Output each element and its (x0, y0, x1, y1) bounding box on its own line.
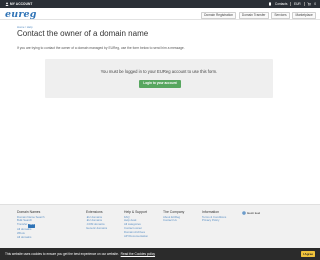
my-account-link[interactable]: MY ACCOUNT (5, 2, 32, 6)
footer-link[interactable]: Privacy Policy (202, 219, 226, 223)
cookie-message: This website uses cookies to ensure you … (5, 252, 119, 257)
footer-heading: The Company (163, 210, 185, 214)
footer-col-help: Help & Support FAQ Help desk All categor… (124, 210, 148, 238)
nav-services[interactable]: Services (271, 11, 290, 19)
language-selector[interactable]: Eesti keel (242, 211, 260, 215)
agree-button[interactable]: I Agree (301, 250, 315, 257)
footer-heading: Domain Names (17, 210, 41, 214)
cart-icon[interactable] (307, 2, 312, 6)
footer-link[interactable]: All domains (17, 235, 45, 240)
intro-text: If you are trying to contact the owner o… (17, 46, 185, 50)
cookies-policy-link[interactable]: Read the Cookies policy (121, 252, 155, 256)
footer-heading: Help & Support (124, 210, 147, 214)
topbar-right: Contacts EUR 0 (268, 2, 316, 6)
page-title: Contact the owner of a domain name (17, 29, 149, 38)
footer-link[interactable]: API Documentation (124, 234, 148, 239)
currency-selector[interactable]: EUR (294, 2, 301, 6)
nav-marketplace[interactable]: Marketplace (292, 11, 316, 19)
footer-link[interactable]: Contact Us (163, 219, 184, 223)
cookie-text: This website uses cookies to ensure you … (5, 252, 155, 256)
nav-domain-transfer[interactable]: Domain Transfer (238, 11, 269, 19)
cart-count: 0 (314, 2, 316, 6)
cookie-banner: This website uses cookies to ensure you … (0, 248, 320, 260)
phone-icon (268, 2, 271, 6)
footer: Domain Names Domain Name Search Bulk Sea… (0, 204, 320, 248)
header: eureg Domain Registration Domain Transfe… (0, 8, 320, 20)
divider (290, 2, 291, 6)
contacts-link[interactable]: Contacts (275, 2, 288, 6)
footer-col-domain-names: Domain Names Domain Name Search Bulk Sea… (17, 210, 45, 239)
login-button[interactable]: Login to your account (139, 80, 181, 88)
footer-link[interactable]: Generic domains (86, 226, 107, 231)
footer-heading: Information (202, 210, 219, 214)
top-bar: MY ACCOUNT Contacts EUR 0 (0, 0, 320, 8)
breadcrumb[interactable]: Home / Help (17, 25, 33, 29)
footer-link-label: Transfer (17, 222, 28, 227)
main-nav: Domain Registration Domain Transfer Serv… (200, 11, 316, 19)
user-icon (5, 2, 9, 6)
footer-col-company: The Company About EUReg Contact Us (163, 210, 184, 223)
logo[interactable]: eureg (5, 9, 37, 20)
my-account-label: MY ACCOUNT (10, 2, 33, 6)
nav-domain-registration[interactable]: Domain Registration (200, 11, 237, 19)
login-notice-text: You must be logged in to your EUReg acco… (100, 69, 218, 74)
login-notice: You must be logged in to your EUReg acco… (45, 59, 273, 98)
divider (303, 2, 305, 6)
footer-heading: Extensions (86, 210, 103, 214)
footer-col-information: Information Terms & Conditions Privacy P… (202, 210, 226, 223)
language-label: Eesti keel (247, 211, 261, 215)
globe-icon (242, 211, 246, 215)
footer-col-extensions: Extensions .EU domains .EU domains .COM … (86, 210, 107, 231)
